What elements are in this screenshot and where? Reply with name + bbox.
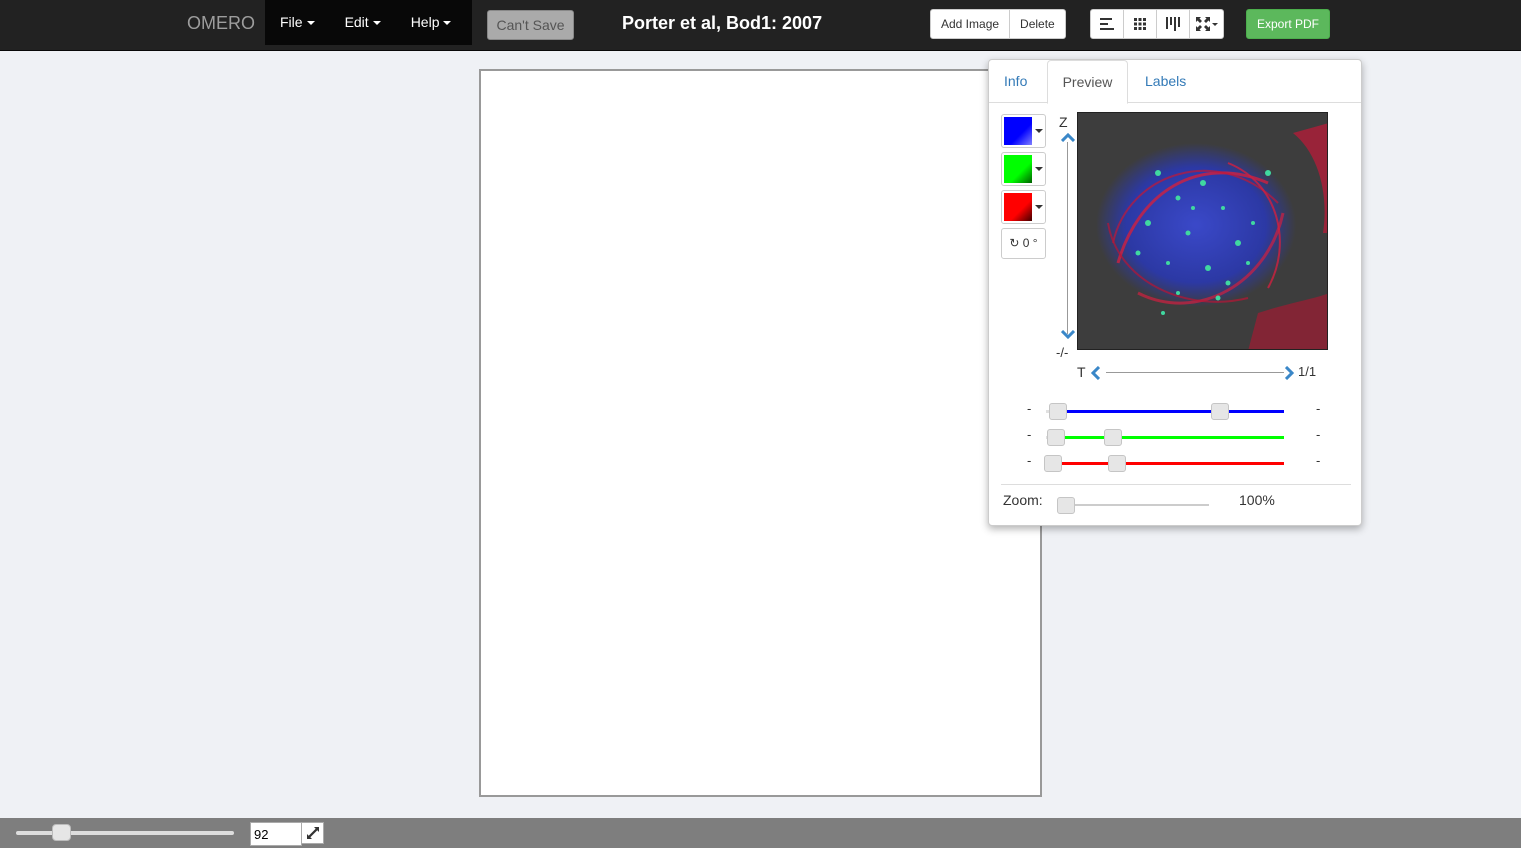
channel-green-range-row: - -: [989, 427, 1361, 447]
panel-divider: [1001, 484, 1351, 485]
caret-down-icon: [443, 21, 452, 26]
channel-blue-range-slider[interactable]: [1046, 403, 1284, 420]
page-zoom-slider-handle[interactable]: [52, 824, 71, 841]
z-label: Z: [1059, 114, 1068, 130]
z-value: -/-: [1056, 345, 1069, 360]
channel-min-label: -: [1027, 401, 1032, 416]
caret-down-icon: [372, 21, 381, 26]
align-vertical-icon: [1166, 17, 1180, 31]
cant-save-button[interactable]: Can't Save: [487, 10, 574, 40]
rotate-button[interactable]: ↻ 0 °: [1001, 228, 1046, 259]
channel-color-swatch: [1004, 193, 1032, 221]
rotation-value: 0 °: [1022, 236, 1038, 250]
figure-title: Porter et al, Bod1: 2007: [622, 13, 823, 33]
fit-expand-icon: [1195, 17, 1218, 31]
export-pdf-button[interactable]: Export PDF: [1246, 9, 1330, 39]
grid-layout-button[interactable]: [1124, 10, 1157, 38]
align-left-button[interactable]: [1091, 10, 1124, 38]
image-actions-group: Add Image Delete: [930, 9, 1066, 39]
caret-down-icon: [306, 21, 315, 26]
zoom-label: Zoom:: [1003, 492, 1043, 508]
caret-down-icon: [1035, 167, 1043, 171]
channel-range-fill: [1057, 410, 1284, 413]
t-prev-chevron-icon[interactable]: [1091, 366, 1100, 380]
channel-max-label: -: [1316, 401, 1321, 416]
zoom-slider[interactable]: [1057, 497, 1209, 514]
figure-page-canvas[interactable]: [479, 69, 1042, 797]
channel-color-swatch: [1004, 155, 1032, 183]
help-menu-label: Help: [410, 14, 440, 30]
caret-down-icon: [1035, 205, 1043, 209]
channel-range-fill: [1053, 462, 1284, 465]
z-slider[interactable]: [1067, 142, 1068, 334]
edit-menu-label: Edit: [344, 14, 369, 30]
channel-max-label: -: [1316, 427, 1321, 442]
rotate-icon: ↻: [1009, 236, 1020, 250]
zoom-value: 100%: [1239, 492, 1275, 508]
page-zoom-input[interactable]: [250, 822, 302, 846]
channel-color-swatch: [1004, 117, 1032, 145]
channel-blue-range-row: - -: [989, 401, 1361, 421]
microscopy-image: [1078, 113, 1327, 349]
expand-arrows-icon: [306, 827, 319, 839]
main-menu: File Edit Help: [265, 0, 472, 45]
image-settings-panel: Info Preview Labels ↻ 0 ° Z -/- T 1/1 - …: [988, 59, 1362, 526]
delete-button[interactable]: Delete: [1010, 10, 1065, 38]
channel-start-handle[interactable]: [1048, 403, 1067, 420]
layout-tools-group: [1090, 9, 1224, 39]
tab-info[interactable]: Info: [1004, 60, 1027, 103]
channel-red-range-slider[interactable]: [1044, 455, 1284, 472]
z-down-chevron-icon[interactable]: [1061, 330, 1075, 339]
channel-max-label: -: [1316, 453, 1321, 468]
channel-min-label: -: [1027, 427, 1032, 442]
channel-end-handle[interactable]: [1108, 455, 1127, 472]
channel-range-fill: [1055, 436, 1284, 439]
brand-logo[interactable]: OMERO: [187, 13, 255, 34]
image-preview[interactable]: [1077, 112, 1328, 350]
channel-blue-color-picker[interactable]: [1001, 114, 1046, 148]
z-up-chevron-icon[interactable]: [1061, 133, 1075, 142]
file-menu[interactable]: File: [265, 0, 330, 45]
top-navbar: OMERO File Edit Help Can't Save Porter e…: [0, 0, 1521, 51]
add-image-button[interactable]: Add Image: [931, 10, 1011, 38]
fit-expand-dropdown[interactable]: [1190, 10, 1223, 38]
fit-to-screen-button[interactable]: [301, 822, 324, 844]
align-left-icon: [1100, 18, 1114, 30]
edit-menu[interactable]: Edit: [330, 0, 396, 45]
channel-start-handle[interactable]: [1046, 429, 1065, 446]
channel-start-handle[interactable]: [1044, 455, 1063, 472]
channel-end-handle[interactable]: [1210, 403, 1229, 420]
channel-red-range-row: - -: [989, 453, 1361, 473]
channel-green-range-slider[interactable]: [1046, 429, 1284, 446]
bottom-toolbar: [0, 818, 1521, 848]
t-slider[interactable]: [1106, 372, 1284, 373]
t-label: T: [1077, 364, 1086, 380]
align-vertical-button[interactable]: [1157, 10, 1190, 38]
zoom-slider-handle[interactable]: [1057, 497, 1075, 514]
panel-tabs: Info Preview Labels: [989, 60, 1361, 104]
page-zoom-slider[interactable]: [16, 831, 234, 835]
help-menu[interactable]: Help: [396, 0, 467, 45]
tab-labels[interactable]: Labels: [1145, 60, 1186, 103]
channel-end-handle[interactable]: [1103, 429, 1122, 446]
tab-preview[interactable]: Preview: [1047, 60, 1128, 104]
t-value: 1/1: [1298, 364, 1317, 379]
caret-down-icon: [1035, 129, 1043, 133]
t-next-chevron-icon[interactable]: [1285, 366, 1294, 380]
file-menu-label: File: [280, 14, 303, 30]
channel-min-label: -: [1027, 453, 1032, 468]
channel-red-color-picker[interactable]: [1001, 190, 1046, 224]
channel-green-color-picker[interactable]: [1001, 152, 1046, 186]
grid-icon: [1134, 18, 1146, 30]
